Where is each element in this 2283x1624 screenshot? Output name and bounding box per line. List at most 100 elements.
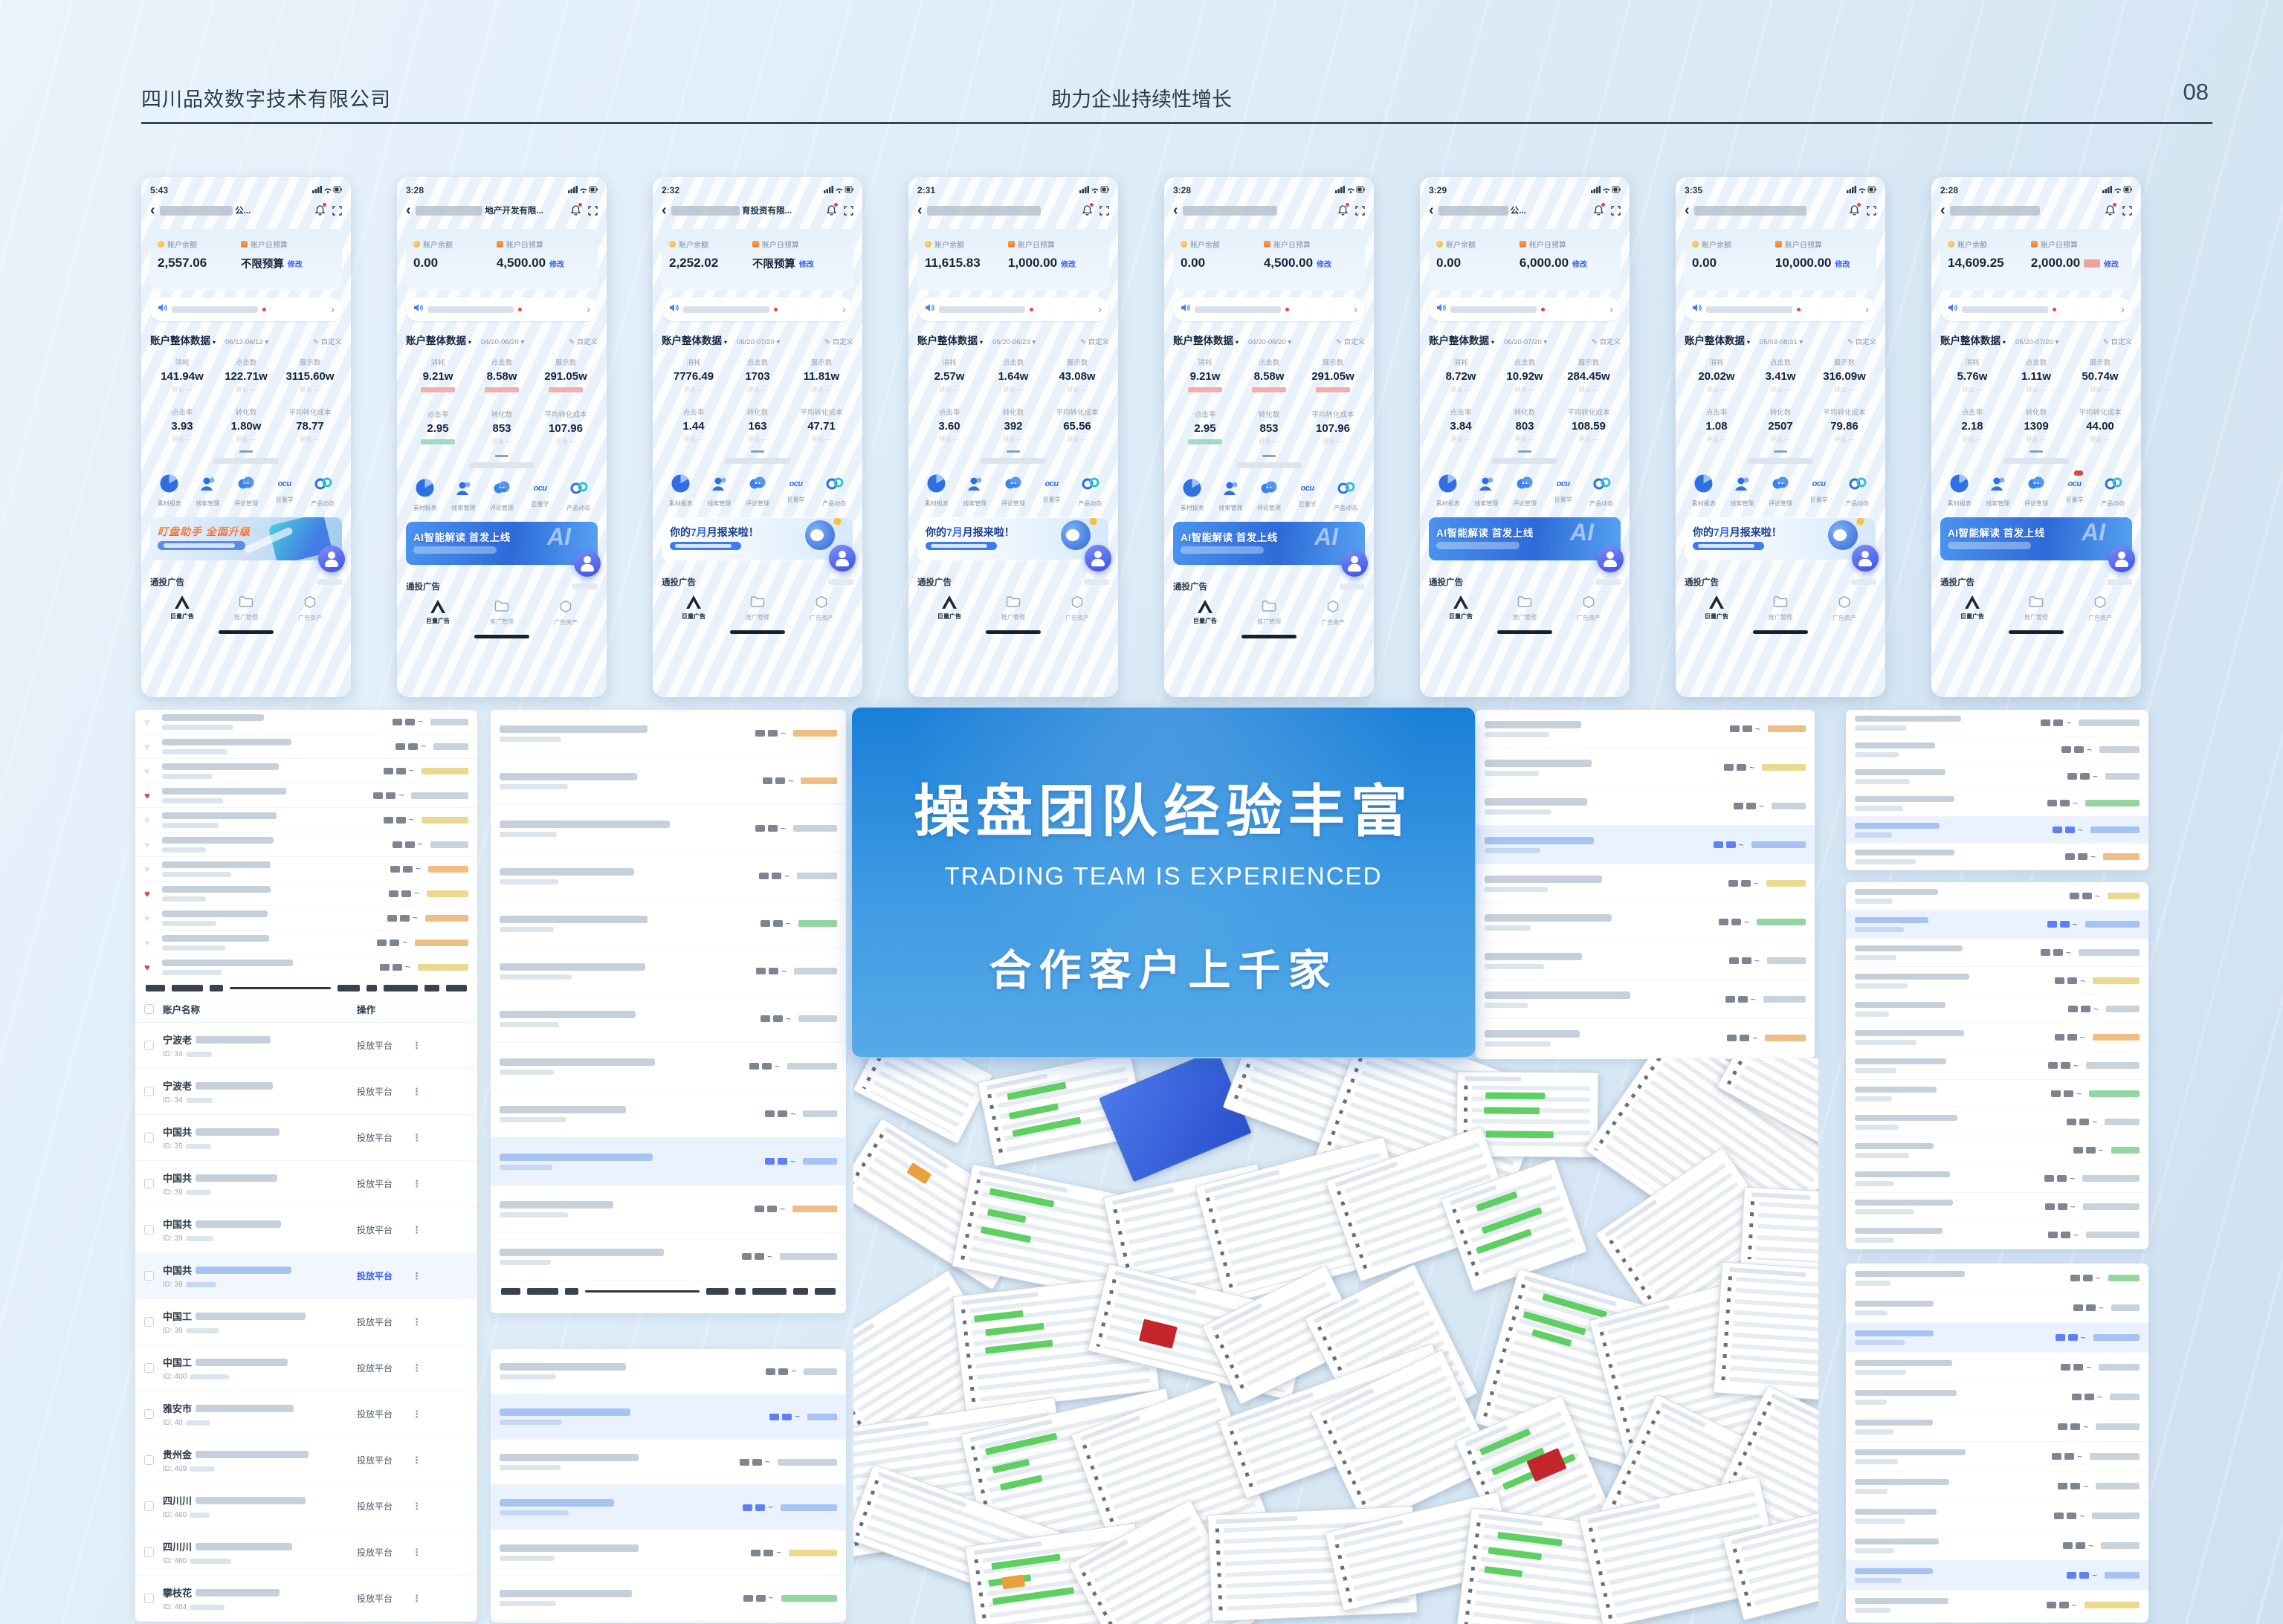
notice-banner[interactable]: › bbox=[1685, 297, 1876, 321]
launch-platform-link[interactable]: 投放平台 bbox=[357, 1269, 393, 1282]
nav-item-2[interactable]: 推广管理 bbox=[1493, 595, 1557, 622]
modify-budget-link[interactable]: 修改 bbox=[1835, 258, 1850, 269]
tool-3[interactable]: 评论管理 bbox=[1761, 473, 1800, 508]
nav-item-1[interactable]: 巨量广告 bbox=[1429, 595, 1493, 622]
favorite-icon[interactable]: ♥ bbox=[144, 937, 162, 948]
modify-budget-link[interactable]: 修改 bbox=[2104, 258, 2119, 269]
customer-service-button[interactable] bbox=[1597, 546, 1624, 572]
tool-2[interactable]: 线索管理 bbox=[956, 473, 995, 508]
customize-link[interactable]: ✎ 自定义 bbox=[1336, 336, 1365, 346]
expand-trend-control[interactable] bbox=[662, 450, 853, 464]
back-icon[interactable]: ‹ bbox=[662, 203, 667, 218]
promo-banner[interactable]: 你的7月月报来啦！ bbox=[1685, 517, 1876, 560]
launch-platform-link[interactable]: 投放平台 bbox=[357, 1454, 393, 1466]
row-checkbox[interactable] bbox=[144, 1594, 154, 1603]
more-actions-icon[interactable]: ⋮ bbox=[412, 1086, 422, 1098]
expand-trend-control[interactable] bbox=[1173, 455, 1365, 468]
favorite-icon[interactable]: ♥ bbox=[144, 839, 162, 850]
account-row[interactable]: 中国工ID: 400投放平台⋮ bbox=[135, 1345, 477, 1391]
nav-item-1[interactable]: 巨量广告 bbox=[662, 595, 726, 622]
overview-title[interactable]: 账户整体数据 bbox=[406, 332, 466, 347]
modify-budget-link[interactable]: 修改 bbox=[799, 258, 814, 269]
modify-budget-link[interactable]: 修改 bbox=[1317, 258, 1331, 269]
customer-service-button[interactable] bbox=[829, 545, 856, 572]
expand-trend-control[interactable] bbox=[1685, 450, 1876, 464]
tool-4[interactable]: ocu巨量学 bbox=[1800, 473, 1838, 508]
overview-title[interactable]: 账户整体数据 bbox=[1685, 332, 1745, 347]
back-icon[interactable]: ‹ bbox=[1429, 203, 1434, 218]
pagination-redacted[interactable] bbox=[135, 980, 477, 996]
customize-link[interactable]: ✎ 自定义 bbox=[824, 336, 853, 346]
nav-item-2[interactable]: 推广管理 bbox=[1237, 600, 1301, 627]
favorite-icon[interactable]: ♥ bbox=[144, 815, 162, 826]
bell-icon[interactable] bbox=[1338, 205, 1348, 216]
customer-service-button[interactable] bbox=[2108, 546, 2135, 572]
date-range-selector[interactable]: 04/20-06/20 ▾ bbox=[1248, 338, 1291, 346]
overview-title[interactable]: 账户整体数据 bbox=[917, 332, 978, 347]
more-actions-icon[interactable]: ⋮ bbox=[412, 1362, 422, 1374]
account-row[interactable]: 中国共ID: 39投放平台⋮ bbox=[135, 1207, 477, 1253]
tool-1[interactable]: 素材报表 bbox=[1940, 473, 1979, 508]
bell-icon[interactable] bbox=[1850, 205, 1859, 216]
fullscreen-icon[interactable] bbox=[844, 206, 853, 216]
nav-item-1[interactable]: 巨量广告 bbox=[1685, 595, 1748, 622]
tool-3[interactable]: 评论管理 bbox=[738, 473, 777, 508]
select-all-checkbox[interactable] bbox=[144, 1004, 154, 1014]
tool-5[interactable]: 产品动态 bbox=[815, 473, 853, 508]
account-row[interactable]: 贵州金ID: 409投放平台⋮ bbox=[135, 1437, 477, 1484]
back-icon[interactable]: ‹ bbox=[406, 203, 411, 218]
date-range-selector[interactable]: 05/20-07/20 ▾ bbox=[2015, 338, 2058, 346]
bell-icon[interactable] bbox=[571, 205, 581, 216]
nav-item-2[interactable]: 推广管理 bbox=[981, 595, 1045, 622]
more-actions-icon[interactable]: ⋮ bbox=[412, 1178, 422, 1190]
launch-platform-link[interactable]: 投放平台 bbox=[357, 1177, 393, 1190]
back-icon[interactable]: ‹ bbox=[1173, 203, 1178, 218]
nav-item-1[interactable]: 巨量广告 bbox=[1940, 595, 2004, 622]
notice-banner[interactable]: › bbox=[150, 297, 342, 321]
nav-item-3[interactable]: 广告资产 bbox=[1301, 600, 1365, 627]
launch-platform-link[interactable]: 投放平台 bbox=[357, 1546, 393, 1559]
account-row[interactable]: 中国工ID: 39投放平台⋮ bbox=[135, 1299, 477, 1345]
expand-trend-control[interactable] bbox=[1429, 450, 1621, 464]
nav-item-3[interactable]: 广告资产 bbox=[278, 595, 342, 622]
nav-item-1[interactable]: 巨量广告 bbox=[406, 600, 470, 627]
modify-budget-link[interactable]: 修改 bbox=[1572, 258, 1587, 269]
tool-5[interactable]: 产品动态 bbox=[1582, 473, 1621, 508]
bell-icon[interactable] bbox=[827, 205, 836, 216]
more-actions-icon[interactable]: ⋮ bbox=[412, 1316, 422, 1328]
expand-trend-control[interactable] bbox=[406, 455, 598, 468]
tool-4[interactable]: ocu巨量学 bbox=[777, 473, 816, 508]
more-actions-icon[interactable]: ⋮ bbox=[412, 1270, 422, 1282]
row-checkbox[interactable] bbox=[144, 1271, 154, 1281]
more-actions-icon[interactable]: ⋮ bbox=[412, 1040, 422, 1052]
tool-2[interactable]: 线索管理 bbox=[1723, 473, 1762, 508]
launch-platform-link[interactable]: 投放平台 bbox=[357, 1223, 393, 1236]
launch-platform-link[interactable]: 投放平台 bbox=[357, 1085, 393, 1098]
row-checkbox[interactable] bbox=[144, 1133, 154, 1142]
customize-link[interactable]: ✎ 自定义 bbox=[2103, 336, 2132, 346]
customize-link[interactable]: ✎ 自定义 bbox=[1592, 336, 1621, 346]
expand-trend-control[interactable] bbox=[917, 450, 1109, 464]
pagination-redacted[interactable] bbox=[491, 1281, 846, 1301]
tool-5[interactable]: 产品动态 bbox=[1326, 478, 1365, 512]
launch-platform-link[interactable]: 投放平台 bbox=[357, 1131, 393, 1144]
promo-banner[interactable]: AIAI智能解读 首发上线 bbox=[1429, 517, 1621, 560]
account-row[interactable]: 宁波老ID: 34投放平台⋮ bbox=[135, 1023, 477, 1069]
back-icon[interactable]: ‹ bbox=[1685, 203, 1690, 218]
row-checkbox[interactable] bbox=[144, 1041, 154, 1050]
customer-service-button[interactable] bbox=[1852, 545, 1879, 572]
favorite-icon[interactable]: ♥ bbox=[144, 864, 162, 875]
more-actions-icon[interactable]: ⋮ bbox=[412, 1224, 422, 1236]
customer-service-button[interactable] bbox=[318, 546, 345, 572]
favorite-icon[interactable]: ♥ bbox=[144, 913, 162, 924]
promo-banner[interactable]: 你的7月月报来啦！ bbox=[917, 517, 1109, 560]
tool-4[interactable]: ocu巨量学 bbox=[1544, 473, 1583, 508]
fullscreen-icon[interactable] bbox=[1355, 206, 1365, 216]
tool-1[interactable]: 素材报表 bbox=[406, 478, 445, 512]
account-row[interactable]: 中国共ID: 39投放平台⋮ bbox=[135, 1253, 477, 1299]
date-range-selector[interactable]: 06/20-07/20 ▾ bbox=[737, 338, 780, 346]
tool-5[interactable]: 产品动态 bbox=[1071, 473, 1109, 508]
tool-2[interactable]: 线索管理 bbox=[189, 473, 227, 508]
launch-platform-link[interactable]: 投放平台 bbox=[357, 1408, 393, 1420]
back-icon[interactable]: ‹ bbox=[1940, 203, 1945, 218]
